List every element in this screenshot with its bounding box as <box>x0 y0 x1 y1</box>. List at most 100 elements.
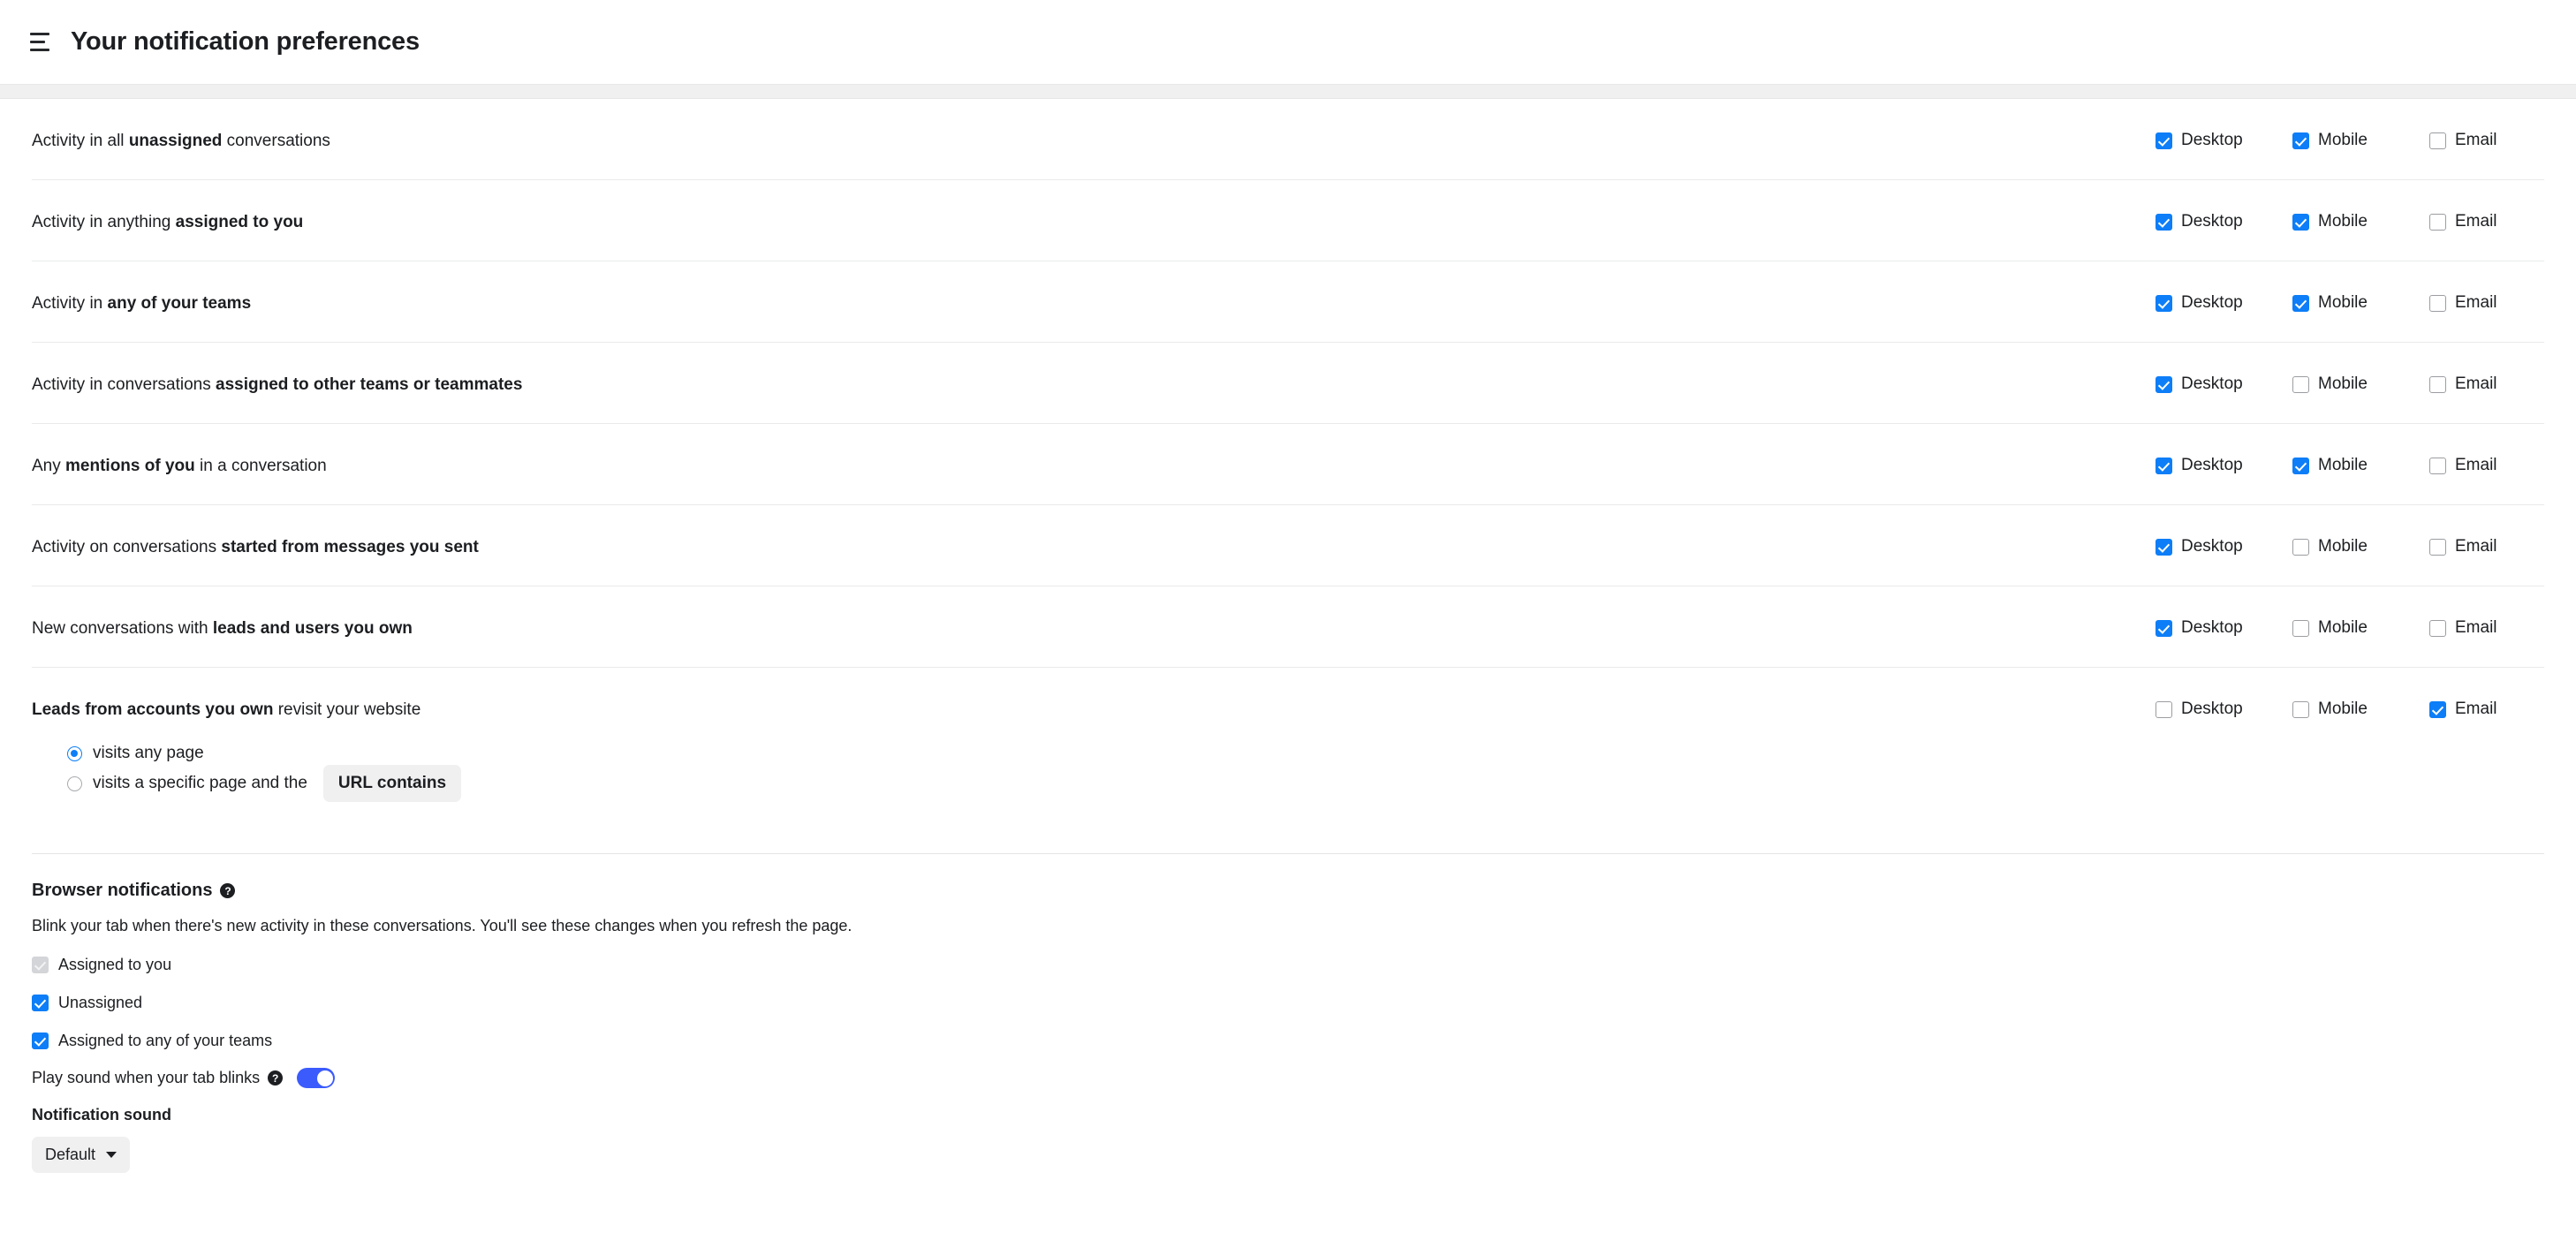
label-suffix: in a conversation <box>194 457 327 475</box>
label-prefix: Activity in all <box>32 132 129 150</box>
checkbox-mobile[interactable]: Mobile <box>2292 456 2429 475</box>
radio-specific-page[interactable] <box>67 775 82 791</box>
checkbox-desktop-box[interactable] <box>2156 132 2172 149</box>
radio-option-any-page[interactable]: visits any page <box>67 738 2156 768</box>
browser-notification-option[interactable]: Assigned to any of your teams <box>32 1028 272 1053</box>
hamburger-line-3 <box>30 49 49 51</box>
checkbox-email[interactable]: Email <box>2429 374 2544 394</box>
notification-row: Activity in all unassigned conversations… <box>32 99 2544 180</box>
checkbox-email[interactable]: Email <box>2429 456 2544 475</box>
radio-specific-page-label: visits a specific page and the <box>93 774 307 792</box>
notification-row: Activity in anything assigned to you Desk… <box>32 180 2544 261</box>
checkbox-mobile-box[interactable] <box>2292 538 2309 556</box>
label-emphasis: leads and users you own <box>212 619 413 638</box>
checkbox-desktop[interactable]: Desktop <box>2156 456 2292 475</box>
checkbox-desktop-box[interactable] <box>2156 619 2172 637</box>
checkbox-email[interactable]: Email <box>2429 700 2544 719</box>
checkbox-desktop[interactable]: Desktop <box>2156 374 2292 394</box>
label-emphasis: started from messages you sent <box>221 538 479 556</box>
checkbox-email-box[interactable] <box>2429 457 2446 474</box>
checkbox-mobile-box[interactable] <box>2292 619 2309 637</box>
hamburger-menu-icon[interactable] <box>27 27 57 57</box>
notification-row-channels: Desktop Mobile Email <box>2156 261 2544 313</box>
notification-row-label: Leads from accounts you own revisit your… <box>32 700 2156 721</box>
checkbox-email[interactable]: Email <box>2429 131 2544 150</box>
checkbox-mobile-box[interactable] <box>2292 457 2309 474</box>
checkbox-email[interactable]: Email <box>2429 537 2544 556</box>
browser-notification-option-checkbox[interactable] <box>32 994 49 1011</box>
browser-notifications-description: Blink your tab when there's new activity… <box>32 917 852 934</box>
browser-notifications-title: Browser notifications ? <box>32 881 2544 901</box>
checkbox-desktop[interactable]: Desktop <box>2156 293 2292 313</box>
checkbox-desktop-box[interactable] <box>2156 457 2172 474</box>
checkbox-mobile-box[interactable] <box>2292 294 2309 312</box>
play-sound-toggle[interactable] <box>297 1068 336 1088</box>
checkbox-email-label: Email <box>2455 131 2497 149</box>
browser-notification-option[interactable]: Unassigned <box>32 990 142 1015</box>
checkbox-email-label: Email <box>2455 293 2497 312</box>
checkbox-email-box[interactable] <box>2429 213 2446 231</box>
checkbox-desktop-box[interactable] <box>2156 375 2172 393</box>
checkbox-mobile-label: Mobile <box>2318 618 2368 637</box>
checkbox-email-box[interactable] <box>2429 132 2446 149</box>
checkbox-email[interactable]: Email <box>2429 212 2544 231</box>
browser-notification-option-checkbox[interactable] <box>32 1032 49 1049</box>
notification-row: Leads from accounts you own revisit your… <box>32 668 2544 830</box>
checkbox-mobile-box[interactable] <box>2292 213 2309 231</box>
checkbox-mobile[interactable]: Mobile <box>2292 374 2429 394</box>
label-suffix: revisit your website <box>273 700 421 719</box>
checkbox-mobile-label: Mobile <box>2318 131 2368 149</box>
checkbox-desktop-box[interactable] <box>2156 213 2172 231</box>
checkbox-email-box[interactable] <box>2429 700 2446 718</box>
play-sound-help-circle-icon[interactable]: ? <box>268 1070 284 1085</box>
browser-notifications-section: Browser notifications ? Blink your tab w… <box>0 854 2576 1173</box>
checkbox-email-box[interactable] <box>2429 375 2446 393</box>
checkbox-email-box[interactable] <box>2429 619 2446 637</box>
checkbox-desktop-label: Desktop <box>2181 537 2243 556</box>
checkbox-desktop[interactable]: Desktop <box>2156 131 2292 150</box>
checkbox-email-box[interactable] <box>2429 538 2446 556</box>
checkbox-email-box[interactable] <box>2429 294 2446 312</box>
notification-sound-select[interactable]: Default <box>32 1137 131 1173</box>
checkbox-email[interactable]: Email <box>2429 293 2544 313</box>
notification-row-left: New conversations with leads and users y… <box>32 586 2156 652</box>
checkbox-desktop[interactable]: Desktop <box>2156 700 2292 719</box>
radio-any-page[interactable] <box>67 745 82 761</box>
checkbox-mobile-box[interactable] <box>2292 132 2309 149</box>
checkbox-mobile-label: Mobile <box>2318 293 2368 312</box>
checkbox-desktop-label: Desktop <box>2181 618 2243 637</box>
checkbox-mobile[interactable]: Mobile <box>2292 537 2429 556</box>
checkbox-mobile-box[interactable] <box>2292 375 2309 393</box>
checkbox-desktop[interactable]: Desktop <box>2156 618 2292 638</box>
checkbox-email[interactable]: Email <box>2429 618 2544 638</box>
url-contains-button[interactable]: URL contains <box>322 765 462 802</box>
checkbox-desktop[interactable]: Desktop <box>2156 537 2292 556</box>
checkbox-mobile[interactable]: Mobile <box>2292 293 2429 313</box>
notification-sound-value: Default <box>45 1146 96 1163</box>
checkbox-desktop-label: Desktop <box>2181 700 2243 718</box>
checkbox-mobile-box[interactable] <box>2292 700 2309 718</box>
help-circle-icon[interactable]: ? <box>220 883 236 898</box>
notification-row: New conversations with leads and users y… <box>32 586 2544 668</box>
checkbox-mobile[interactable]: Mobile <box>2292 618 2429 638</box>
radio-option-specific-page[interactable]: visits a specific page and the URL contai… <box>67 765 2156 802</box>
checkbox-desktop-box[interactable] <box>2156 294 2172 312</box>
label-emphasis: Leads from accounts you own <box>32 700 274 719</box>
checkbox-email-label: Email <box>2455 212 2497 231</box>
notification-row: Any mentions of you in a conversation Des… <box>32 424 2544 505</box>
checkbox-mobile[interactable]: Mobile <box>2292 131 2429 150</box>
notification-rows-list: Activity in all unassigned conversations… <box>0 99 2576 830</box>
notification-row-left: Activity in conversations assigned to ot… <box>32 343 2156 408</box>
label-prefix: Any <box>32 457 66 475</box>
checkbox-desktop-box[interactable] <box>2156 538 2172 556</box>
checkbox-mobile-label: Mobile <box>2318 374 2368 393</box>
checkbox-desktop[interactable]: Desktop <box>2156 212 2292 231</box>
checkbox-email-label: Email <box>2455 537 2497 556</box>
notification-row-channels: Desktop Mobile Email <box>2156 668 2544 719</box>
checkbox-desktop-box[interactable] <box>2156 700 2172 718</box>
label-emphasis: assigned to other teams or teammates <box>216 375 523 394</box>
checkbox-mobile[interactable]: Mobile <box>2292 700 2429 719</box>
checkbox-mobile[interactable]: Mobile <box>2292 212 2429 231</box>
checkbox-desktop-label: Desktop <box>2181 293 2243 312</box>
notification-row-channels: Desktop Mobile Email <box>2156 424 2544 475</box>
